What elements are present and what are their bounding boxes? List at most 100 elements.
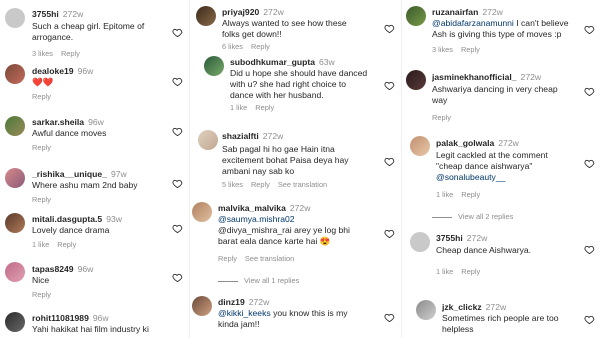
comment-column-1: 3755hi 272w Such a cheap girl. Epitome of… bbox=[0, 0, 188, 338]
comment-text: ❤️❤️ bbox=[32, 77, 54, 87]
comment-username[interactable]: palak_golwala 272w bbox=[436, 138, 519, 148]
reply-button[interactable]: Reply bbox=[461, 45, 480, 54]
comment-meta: 1 like Reply bbox=[32, 240, 84, 249]
comment-username[interactable]: jzk_clickz 272w bbox=[442, 302, 506, 312]
like-heart-icon[interactable] bbox=[384, 156, 395, 167]
see-translation-link[interactable]: See translation bbox=[278, 180, 327, 189]
reply-button[interactable]: Reply bbox=[461, 190, 480, 199]
reply-button[interactable]: Reply bbox=[32, 290, 51, 299]
comment-timestamp: 93w bbox=[106, 214, 122, 224]
like-heart-icon[interactable] bbox=[172, 272, 183, 283]
likes-count[interactable]: 1 like bbox=[436, 190, 453, 199]
avatar[interactable] bbox=[198, 130, 218, 150]
reply-button[interactable]: Reply bbox=[461, 267, 480, 276]
comment-username[interactable]: sarkar.sheila 96w bbox=[32, 117, 104, 127]
avatar[interactable] bbox=[406, 70, 426, 90]
like-heart-icon[interactable] bbox=[172, 27, 183, 38]
comment-timestamp: 272w bbox=[248, 297, 270, 307]
view-replies-button[interactable]: View all 1 replies bbox=[218, 276, 299, 285]
comment-username[interactable]: 3755hi 272w bbox=[436, 233, 487, 243]
comment-mention[interactable]: @saumya.mishra02 bbox=[218, 214, 295, 225]
avatar[interactable] bbox=[204, 56, 224, 76]
like-heart-icon[interactable] bbox=[172, 126, 183, 137]
like-heart-icon[interactable] bbox=[584, 86, 595, 97]
comment-username[interactable]: subodhkumar_gupta 63w bbox=[230, 57, 335, 67]
reply-button[interactable]: Reply bbox=[251, 180, 270, 189]
likes-count[interactable]: 1 like bbox=[32, 240, 49, 249]
like-heart-icon[interactable] bbox=[584, 24, 595, 35]
avatar[interactable] bbox=[5, 168, 25, 188]
comment-item: sarkar.sheila 96w Awful dance moves Reply bbox=[0, 110, 188, 160]
reply-button[interactable]: Reply bbox=[32, 195, 51, 204]
like-heart-icon[interactable] bbox=[172, 178, 183, 189]
likes-count[interactable]: 1 like bbox=[436, 267, 453, 276]
likes-count[interactable]: 3 likes bbox=[432, 45, 453, 54]
avatar[interactable] bbox=[5, 116, 25, 136]
comment-username[interactable]: shazialfti 272w bbox=[222, 131, 283, 141]
comment-username[interactable]: priyaj920 272w bbox=[222, 7, 284, 17]
avatar[interactable] bbox=[5, 64, 25, 84]
likes-count[interactable]: 3 likes bbox=[32, 49, 53, 58]
reply-item: subodhkumar_gupta 63w Did u hope she shou… bbox=[190, 52, 400, 118]
reply-button[interactable]: Reply bbox=[432, 113, 451, 122]
comment-item: malvika_malvika 272w @saumya.mishra02 @di… bbox=[190, 198, 400, 268]
comment-username[interactable]: ruzanairfan 272w bbox=[432, 7, 503, 17]
comment-username[interactable]: mitali.dasgupta.5 93w bbox=[32, 214, 122, 224]
like-heart-icon[interactable] bbox=[384, 228, 395, 239]
comment-item: ruzanairfan 272w @abidafarzanamunni I can… bbox=[402, 0, 600, 64]
like-heart-icon[interactable] bbox=[584, 158, 595, 169]
reply-button[interactable]: Reply bbox=[32, 143, 51, 152]
comment-column-3: ruzanairfan 272w @abidafarzanamunni I can… bbox=[402, 0, 600, 338]
like-heart-icon[interactable] bbox=[584, 244, 595, 255]
like-heart-icon[interactable] bbox=[384, 80, 395, 91]
comment-mention[interactable]: @kikki_keeks bbox=[218, 308, 271, 318]
avatar[interactable] bbox=[192, 296, 212, 316]
avatar[interactable] bbox=[406, 6, 426, 26]
avatar[interactable] bbox=[410, 232, 430, 252]
comment-timestamp: 272w bbox=[62, 9, 84, 19]
comment-meta: Reply bbox=[32, 290, 59, 299]
like-heart-icon[interactable] bbox=[172, 223, 183, 234]
comment-text: Cheap dance Aishwarya. bbox=[436, 245, 532, 255]
comment-username[interactable]: dinz19 272w bbox=[218, 297, 269, 307]
reply-button[interactable]: Reply bbox=[61, 49, 80, 58]
comment-text: Ashwariya dancing in very cheap way bbox=[432, 84, 558, 105]
avatar[interactable] bbox=[410, 136, 430, 156]
likes-count[interactable]: 6 likes bbox=[222, 42, 243, 51]
view-replies-button[interactable]: View all 2 replies bbox=[432, 212, 513, 221]
comment-username[interactable]: dealoke19 96w bbox=[32, 66, 93, 76]
avatar[interactable] bbox=[5, 213, 25, 233]
comment-username[interactable]: tapas8249 96w bbox=[32, 264, 93, 274]
like-heart-icon[interactable] bbox=[584, 314, 595, 325]
avatar[interactable] bbox=[5, 8, 25, 28]
avatar[interactable] bbox=[416, 300, 436, 320]
reply-button[interactable]: Reply bbox=[57, 240, 76, 249]
comment-timestamp: 272w bbox=[262, 131, 284, 141]
likes-count[interactable]: 1 like bbox=[230, 103, 247, 112]
reply-button[interactable]: Reply bbox=[255, 103, 274, 112]
like-heart-icon[interactable] bbox=[384, 312, 395, 323]
comment-item: dealoke19 96w ❤️❤️ Reply bbox=[0, 58, 188, 108]
avatar[interactable] bbox=[5, 312, 25, 332]
reply-button[interactable]: Reply bbox=[218, 254, 237, 263]
comment-meta: 1 like Reply bbox=[436, 190, 488, 199]
like-heart-icon[interactable] bbox=[384, 23, 395, 34]
replies-line bbox=[432, 216, 452, 218]
comment-mention[interactable]: @abidafarzanamunni bbox=[432, 18, 514, 28]
avatar[interactable] bbox=[5, 262, 25, 282]
avatar[interactable] bbox=[196, 6, 216, 26]
avatar[interactable] bbox=[192, 202, 212, 222]
comment-mention[interactable]: @sonalubeauty__ bbox=[436, 172, 505, 183]
see-translation-link[interactable]: See translation bbox=[245, 254, 294, 263]
comment-item: 3755hi 272w Cheap dance Aishwarya. 1 like… bbox=[402, 228, 600, 288]
comment-username[interactable]: jasminekhanofficial_ 272w bbox=[432, 72, 541, 82]
comment-meta: Reply bbox=[432, 113, 459, 122]
comment-username[interactable]: _rishika__unique_ 97w bbox=[32, 169, 127, 179]
comment-username[interactable]: malvika_malvika 272w bbox=[218, 203, 310, 213]
reply-button[interactable]: Reply bbox=[32, 92, 51, 101]
comment-username[interactable]: 3755hi 272w bbox=[32, 9, 83, 19]
like-heart-icon[interactable] bbox=[172, 76, 183, 87]
comment-username[interactable]: rohit11081989 96w bbox=[32, 313, 109, 323]
likes-count[interactable]: 5 likes bbox=[222, 180, 243, 189]
reply-button[interactable]: Reply bbox=[251, 42, 270, 51]
